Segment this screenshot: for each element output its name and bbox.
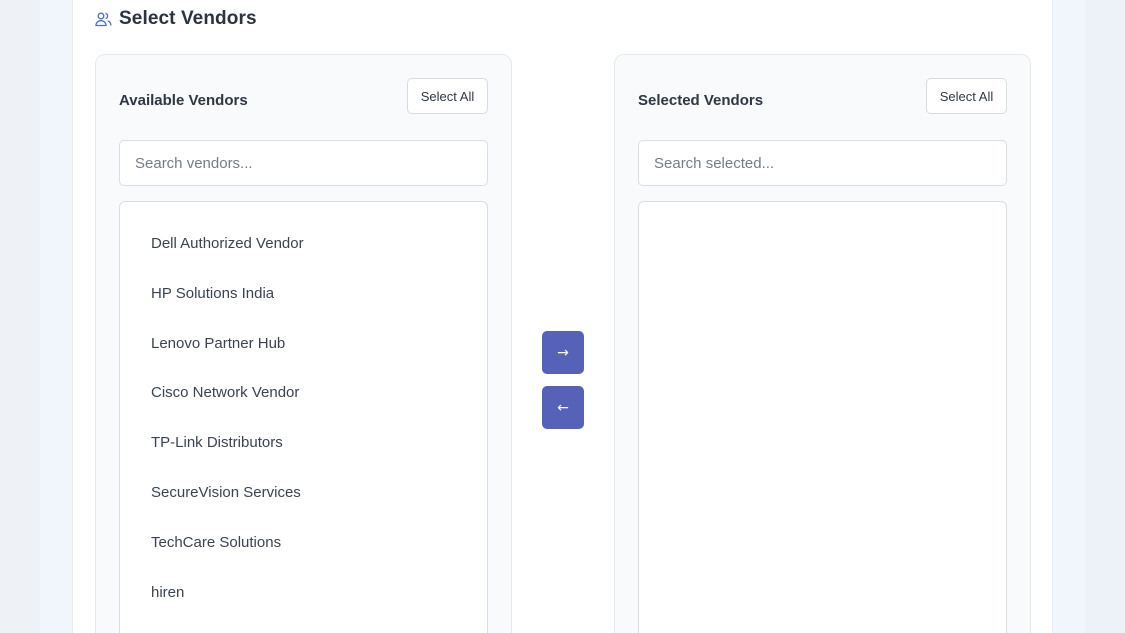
selected-search-input[interactable] <box>638 140 1007 186</box>
vendor-list-item[interactable]: TechCare Solutions <box>120 518 487 568</box>
available-vendors-panel: Available Vendors Select All Dell Author… <box>95 54 512 633</box>
card-header: Select Vendors <box>95 5 257 33</box>
selected-vendors-panel: Selected Vendors Select All <box>614 54 1031 633</box>
vendor-list-item[interactable]: hiren <box>120 568 487 618</box>
vendor-selection-card: Select Vendors Available Vendors Select … <box>72 0 1053 633</box>
vendor-list-item[interactable]: Cisco Network Vendor <box>120 368 487 418</box>
move-right-button[interactable]: → <box>542 331 584 374</box>
vendor-list-item[interactable]: Lenovo Partner Hub <box>120 319 487 369</box>
arrow-left-icon: ← <box>557 399 569 416</box>
page-title: Select Vendors <box>119 8 257 29</box>
available-vendors-title: Available Vendors <box>119 92 248 109</box>
available-select-all-button[interactable]: Select All <box>407 78 488 114</box>
vendor-list-item[interactable]: Dell Authorized Vendor <box>120 219 487 269</box>
arrow-right-icon: → <box>557 344 569 361</box>
users-icon <box>95 11 112 28</box>
selected-vendors-title: Selected Vendors <box>638 92 764 109</box>
move-left-button[interactable]: ← <box>542 386 584 429</box>
vendor-list-item[interactable]: TP-Link Distributors <box>120 418 487 468</box>
vendor-list-item[interactable]: HP Solutions India <box>120 269 487 319</box>
available-vendors-list[interactable]: Dell Authorized Vendor HP Solutions India… <box>119 201 488 633</box>
selected-select-all-button[interactable]: Select All <box>926 78 1007 114</box>
selected-vendors-list[interactable] <box>638 201 1007 633</box>
vendor-list-item[interactable]: SecureVision Services <box>120 468 487 518</box>
available-search-input[interactable] <box>119 140 488 186</box>
